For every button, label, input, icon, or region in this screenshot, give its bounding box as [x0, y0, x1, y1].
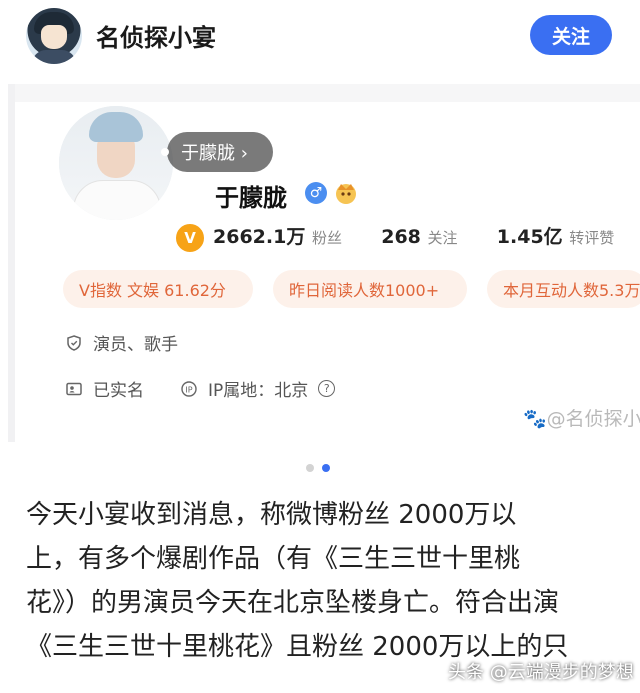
profile-avatar	[59, 106, 173, 220]
profile-username: 于朦胧	[215, 184, 287, 212]
author-name[interactable]: 名侦探小宴	[96, 18, 216, 53]
engagement-label: 转评赞	[569, 229, 615, 247]
crown-icon	[336, 184, 356, 204]
paw-icon: 🐾	[523, 408, 547, 430]
follow-button[interactable]: 关注	[530, 15, 612, 55]
profile-screenshot[interactable]: V 于朦胧 › 于朦胧 ♂ 2662.1万 粉丝 268 关注 1.45亿 转评…	[8, 84, 640, 442]
tag-v-index[interactable]: V指数 文娱 61.62分	[63, 270, 253, 308]
pager-dot[interactable]	[306, 464, 314, 472]
svg-text:IP: IP	[185, 385, 192, 394]
male-gender-icon: ♂	[305, 182, 327, 204]
tag-daily-reads[interactable]: 昨日阅读人数1000+	[273, 270, 467, 308]
fans-count: 2662.1万	[213, 226, 306, 248]
tag-monthly-interactions[interactable]: 本月互动人数5.3万	[487, 270, 640, 308]
real-name-text: 已实名	[93, 381, 144, 401]
engagement-count: 1.45亿	[496, 226, 563, 248]
pager-dot-active[interactable]	[322, 464, 330, 472]
article-body: 今天小宴收到消息，称微博粉丝 2000万以 上，有多个爆剧作品（有《三生三世十里…	[26, 493, 626, 669]
shield-icon	[67, 334, 81, 351]
following-label: 关注	[427, 229, 458, 247]
fans-label: 粉丝	[311, 229, 342, 247]
occupation-row: 演员、歌手	[65, 330, 178, 355]
verified-badge-icon: V	[173, 221, 207, 255]
image-pager[interactable]	[306, 464, 330, 472]
article-line: 花》）的男演员今天在北京坠楼身亡。符合出演	[26, 588, 560, 618]
following-count: 268	[381, 226, 421, 248]
screenshot-watermark: 🐾@名侦探小	[523, 404, 640, 431]
ip-location-text: IP属地：北京	[208, 381, 309, 401]
identity-row: 已实名 IP IP属地：北京 ?	[65, 376, 336, 401]
screenshot-watermark-text: @名侦探小	[546, 408, 640, 430]
name-pill-label: 于朦胧 ›	[181, 143, 248, 164]
occupation-text: 演员、歌手	[93, 335, 178, 355]
name-pill: 于朦胧 ›	[161, 132, 273, 172]
author-avatar[interactable]	[26, 8, 82, 64]
help-icon[interactable]: ?	[318, 380, 336, 397]
toutiao-watermark: 头条 @云端漫步的梦想	[448, 662, 634, 683]
id-card-icon	[66, 382, 82, 395]
article-line: 今天小宴收到消息，称微博粉丝 2000万以	[26, 500, 517, 530]
profile-stats: 2662.1万 粉丝 268 关注 1.45亿 转评赞	[213, 222, 614, 249]
screenshot-top-strip	[15, 84, 640, 102]
post-header: 名侦探小宴 关注	[0, 0, 640, 80]
article-line: 上，有多个爆剧作品（有《三生三世十里桃	[26, 544, 521, 574]
ip-location-icon: IP	[181, 380, 197, 397]
